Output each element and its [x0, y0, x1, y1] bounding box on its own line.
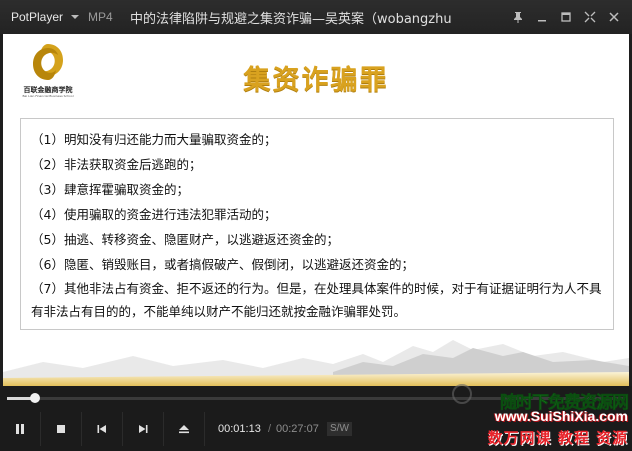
skip-next-icon — [139, 425, 148, 433]
previous-button[interactable] — [82, 412, 123, 446]
window-controls — [506, 0, 626, 34]
window-title: 中的法律陷阱与规避之集资诈骗—吴英案（wobangzhu — [130, 11, 452, 27]
stop-icon — [57, 425, 65, 433]
watermark-line-3: 数万网课 教程 资源 — [487, 429, 628, 447]
slide-line: （2）非法获取资金后逃跑的； — [31, 157, 202, 172]
maximize-icon — [561, 12, 571, 22]
video-frame[interactable]: 百联金融商学院 Bai Lian Financial Business Scho… — [3, 34, 629, 386]
slide-line: （4）使用骗取的资金进行违法犯罪活动的； — [31, 207, 277, 222]
minimize-button[interactable] — [530, 5, 554, 29]
next-button[interactable] — [123, 412, 164, 446]
title-bar: PotPlayer MP4 中的法律陷阱与规避之集资诈骗—吴英案（wobangz… — [0, 0, 632, 34]
slide-line: （6）隐匿、销毁账目，或者搞假破产、假倒闭，以逃避返还资金的； — [31, 257, 414, 272]
chevron-down-icon[interactable] — [71, 15, 79, 19]
time-separator: / — [268, 423, 272, 435]
maximize-button[interactable] — [554, 5, 578, 29]
seek-handle[interactable] — [29, 393, 40, 403]
fullscreen-button[interactable] — [578, 5, 602, 29]
playback-buttons — [0, 412, 205, 446]
close-icon — [609, 12, 619, 22]
slide-content-box: （1）明知没有归还能力而大量骗取资金的； （2）非法获取资金后逃跑的； （3）肆… — [20, 118, 614, 330]
pause-button[interactable] — [0, 412, 41, 446]
eject-icon — [179, 425, 189, 434]
stop-button[interactable] — [41, 412, 82, 446]
slide-line: （5）抽逃、转移资金、隐匿财产，以逃避返还资金的； — [31, 232, 339, 247]
watermark-line-2: www.SuiShiXia.com — [494, 408, 628, 424]
slide-line: （1）明知没有归还能力而大量骗取资金的； — [31, 132, 277, 147]
eject-button[interactable] — [164, 412, 205, 446]
slide-line: （3）肆意挥霍骗取资金的； — [31, 182, 189, 197]
total-duration: 00:27:07 — [276, 423, 319, 435]
skip-previous-icon — [97, 425, 106, 433]
slide-line: （7）其他非法占有资金、拒不返还的行为。但是，在处理具体案件的时候，对于有证据证… — [31, 281, 602, 319]
pause-icon — [16, 424, 24, 434]
minimize-icon — [538, 20, 546, 22]
mountain-landscape-decoration — [3, 332, 629, 386]
file-type-label: MP4 — [88, 10, 113, 24]
site-watermark: 随时下免费资源网 www.SuiShiXia.com 数万网课 教程 资源 — [452, 384, 630, 450]
sw-toggle-button[interactable]: S/W — [327, 422, 352, 436]
expand-icon — [584, 11, 596, 23]
current-time: 00:01:13 — [218, 423, 261, 435]
pin-icon — [514, 12, 522, 23]
close-button[interactable] — [602, 5, 626, 29]
pin-button[interactable] — [506, 5, 530, 29]
slide-title: 集资诈骗罪 — [243, 65, 389, 96]
watermark-circle-icon — [452, 384, 472, 404]
